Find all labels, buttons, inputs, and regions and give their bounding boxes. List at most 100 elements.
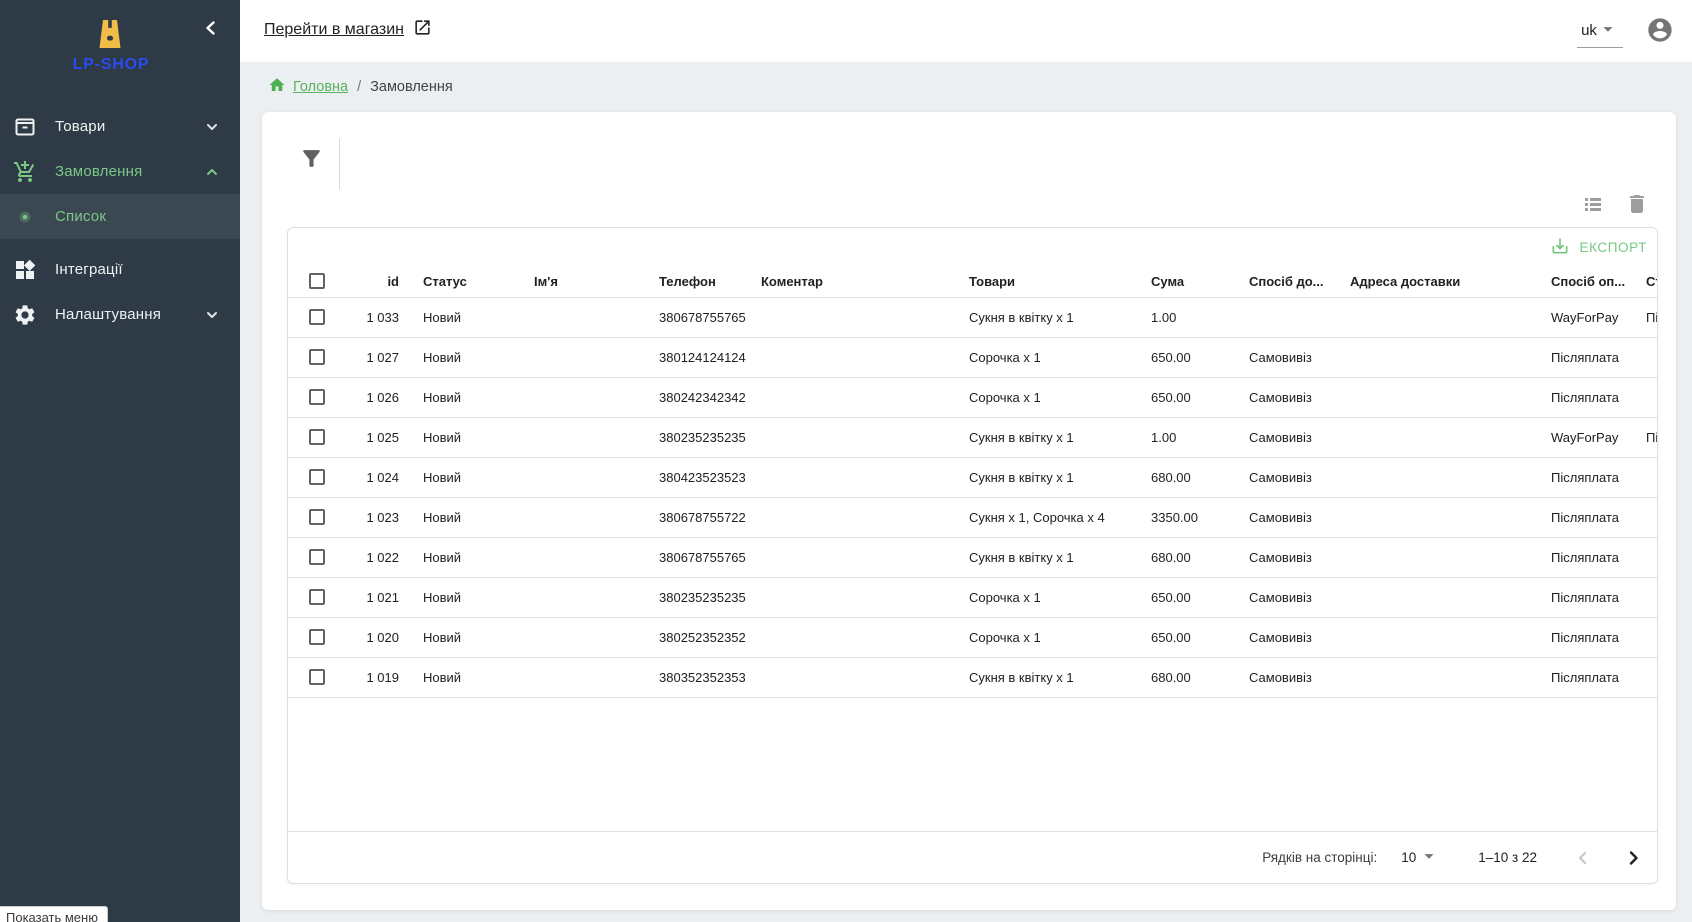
- cell-sum: 650.00: [1151, 338, 1191, 377]
- store-link[interactable]: Перейти в магазин: [264, 18, 432, 42]
- sidebar-item-label: Товари: [55, 118, 105, 135]
- main-panel: ЕКСПОРТ idСтатусІм'яТелефонКоментарТовар…: [262, 112, 1676, 910]
- table-row[interactable]: 1 024Новий380423523523Сукня в квітку x 1…: [288, 458, 1657, 498]
- cell-sum: 1.00: [1151, 418, 1176, 457]
- table-row[interactable]: 1 022Новий380678755765Сукня в квітку x 1…: [288, 538, 1657, 578]
- table-row[interactable]: 1 025Новий380235235235Сукня в квітку x 1…: [288, 418, 1657, 458]
- cell-order-id: 1 019: [319, 658, 399, 697]
- col-header-products: Товари: [969, 266, 1015, 297]
- trash-icon: [1625, 204, 1649, 219]
- cell-sum: 1.00: [1151, 298, 1176, 337]
- cell-payment-method: Післяплата: [1551, 458, 1619, 497]
- breadcrumb-home-label: Головна: [293, 79, 348, 95]
- logo: LP-SHOP: [0, 0, 240, 104]
- breadcrumb: Головна / Замовлення: [240, 62, 1692, 112]
- table-row[interactable]: 1 026Новий380242342342Сорочка x 1650.00С…: [288, 378, 1657, 418]
- cell-shipping-method: Самовивіз: [1249, 418, 1312, 457]
- cell-products: Сукня в квітку x 1: [969, 538, 1074, 577]
- cell-status: Новий: [423, 338, 461, 377]
- language-value: uk: [1581, 22, 1597, 39]
- col-header-payment-method: Спосіб оп...: [1551, 266, 1625, 297]
- download-icon: [1550, 236, 1570, 259]
- table-row[interactable]: 1 019Новий380352352353Сукня в квітку x 1…: [288, 658, 1657, 698]
- previous-page-button[interactable]: [1571, 846, 1595, 870]
- table-row[interactable]: 1 023Новий380678755722Сукня x 1, Сорочка…: [288, 498, 1657, 538]
- table-row[interactable]: 1 021Новий380235235235Сорочка x 1650.00С…: [288, 578, 1657, 618]
- cell-products: Сорочка x 1: [969, 578, 1041, 617]
- orders-table-card: ЕКСПОРТ idСтатусІм'яТелефонКоментарТовар…: [287, 227, 1658, 884]
- breadcrumb-separator: /: [357, 79, 361, 95]
- cell-sum: 650.00: [1151, 578, 1191, 617]
- cell-products: Сорочка x 1: [969, 618, 1041, 657]
- cell-order-id: 1 023: [319, 498, 399, 537]
- breadcrumb-home-link[interactable]: Головна: [268, 76, 348, 98]
- filter-button[interactable]: [298, 146, 324, 172]
- sidebar: LP-SHOP Товари Замовлення Список Інтеграції…: [0, 0, 240, 922]
- table-row[interactable]: 1 027Новий380124124124Сорочка x 1650.00С…: [288, 338, 1657, 378]
- integrations-icon: [13, 258, 37, 282]
- cell-shipping-method: Самовивіз: [1249, 498, 1312, 537]
- chevron-down-icon: [200, 303, 224, 327]
- column-list-button[interactable]: [1581, 192, 1605, 216]
- table-row[interactable]: 1 020Новий380252352352Сорочка x 1650.00С…: [288, 618, 1657, 658]
- dot-icon: [13, 205, 37, 229]
- sidebar-item-label: Налаштування: [55, 306, 161, 323]
- cell-payment-method: WayForPay: [1551, 298, 1618, 337]
- cell-order-id: 1 027: [319, 338, 399, 377]
- cell-order-id: 1 033: [319, 298, 399, 337]
- cell-order-id: 1 022: [319, 538, 399, 577]
- cell-phone: 380235235235: [659, 418, 746, 457]
- col-header-shipping-address: Адреса доставки: [1350, 266, 1460, 297]
- avatar[interactable]: [1646, 16, 1674, 44]
- cell-products: Сорочка x 1: [969, 378, 1041, 417]
- cell-sum: 680.00: [1151, 538, 1191, 577]
- col-header-comment: Коментар: [761, 266, 823, 297]
- cell-phone: 380235235235: [659, 578, 746, 617]
- chevron-left-icon: [199, 28, 223, 43]
- cell-payment-method: Післяплата: [1551, 658, 1619, 697]
- cell-status: Новий: [423, 578, 461, 617]
- sidebar-item-settings[interactable]: Налаштування: [0, 292, 240, 337]
- cell-status: Новий: [423, 418, 461, 457]
- account-circle-icon: [1646, 32, 1674, 47]
- filter-icon: [299, 159, 324, 174]
- export-button[interactable]: ЕКСПОРТ: [1550, 236, 1647, 259]
- pagination-range: 1–10 з 22: [1478, 850, 1537, 865]
- language-select[interactable]: uk: [1577, 14, 1623, 48]
- cell-shipping-method: Самовивіз: [1249, 458, 1312, 497]
- breadcrumb-current: Замовлення: [370, 79, 453, 95]
- cell-payment-status: Пі: [1646, 298, 1658, 337]
- next-page-button[interactable]: [1621, 846, 1645, 870]
- cell-phone: 380678755765: [659, 538, 746, 577]
- cell-phone: 380678755765: [659, 298, 746, 337]
- logo-bag-icon: [96, 18, 124, 55]
- cell-order-id: 1 020: [319, 618, 399, 657]
- table-row[interactable]: 1 033 Новий 380678755765 Сукня в квітку x 1…: [288, 298, 1657, 338]
- list-icon: [1581, 204, 1605, 219]
- cell-phone: 380423523523: [659, 458, 746, 497]
- sidebar-item-label: Замовлення: [55, 163, 142, 180]
- settings-icon: [13, 303, 37, 327]
- cell-products: Сукня в квітку x 1: [969, 458, 1074, 497]
- rows-per-page-select[interactable]: 10: [1401, 845, 1440, 870]
- cell-order-id: 1 024: [319, 458, 399, 497]
- col-header-status: Статус: [423, 266, 467, 297]
- sidebar-item-orders-list[interactable]: Список: [0, 194, 240, 239]
- delete-button[interactable]: [1625, 192, 1649, 216]
- cell-status: Новий: [423, 658, 461, 697]
- sidebar-item-orders[interactable]: Замовлення: [0, 149, 240, 194]
- sidebar-collapse-button[interactable]: [198, 16, 224, 42]
- sidebar-item-products[interactable]: Товари: [0, 104, 240, 149]
- sidebar-menu: Товари Замовлення Список Інтеграції Налаштув…: [0, 104, 240, 337]
- cell-products: Сукня в квітку x 1: [969, 418, 1074, 457]
- cell-sum: 3350.00: [1151, 498, 1198, 537]
- cell-products: Сукня в квітку x 1: [969, 298, 1074, 337]
- cell-payment-method: Післяплата: [1551, 338, 1619, 377]
- cell-shipping-method: Самовивіз: [1249, 378, 1312, 417]
- sidebar-item-label: Список: [55, 208, 106, 225]
- filter-divider: [339, 138, 340, 190]
- cell-status: Новий: [423, 298, 461, 337]
- products-icon: [13, 115, 37, 139]
- col-header-shipping-method: Спосіб до...: [1249, 266, 1324, 297]
- sidebar-item-integrations[interactable]: Інтеграції: [0, 247, 240, 292]
